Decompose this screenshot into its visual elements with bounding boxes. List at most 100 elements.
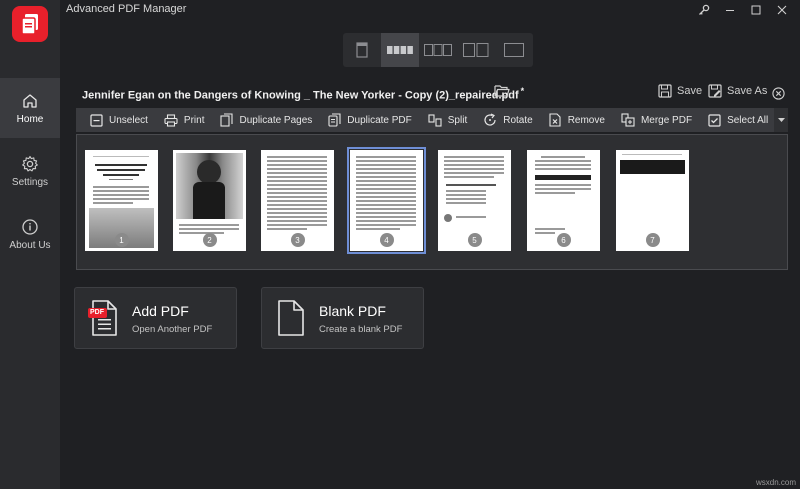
gear-icon (22, 155, 38, 171)
printer-icon (164, 113, 178, 127)
key-icon (699, 4, 710, 15)
minimize-icon (726, 10, 734, 11)
photo-figure-body (193, 182, 225, 219)
home-icon (23, 93, 37, 108)
page-thumbnail-6[interactable]: 6 (527, 150, 600, 251)
pdf-badge: PDF (90, 309, 104, 316)
sidebar-item-settings[interactable]: Settings (0, 141, 60, 201)
duplicate-pages-button[interactable]: Duplicate Pages (212, 108, 320, 132)
close-circle-icon (771, 86, 785, 100)
page-thumbnail-strip: 1 2 3 4 5 6 7 (76, 134, 788, 270)
toolbar-overflow-button[interactable] (774, 108, 788, 132)
minimize-button[interactable] (718, 0, 742, 20)
add-pdf-subtitle: Open Another PDF (132, 324, 213, 335)
save-as-label: Save As (727, 85, 768, 97)
author-avatar (444, 214, 452, 222)
sidebar-item-home[interactable]: Home (0, 78, 60, 138)
add-pdf-icon: PDF (87, 299, 119, 342)
app-title: Advanced PDF Manager (66, 3, 187, 15)
unselect-button[interactable]: Unselect (76, 108, 156, 132)
merge-icon (621, 113, 635, 127)
add-pdf-card[interactable]: PDF Add PDF Open Another PDF (74, 287, 237, 349)
action-toolbar: Unselect Print Duplicate Pages Duplicate… (76, 108, 788, 132)
close-document-button[interactable] (766, 83, 790, 103)
rotate-button[interactable]: Rotate (475, 108, 540, 132)
split-icon (428, 113, 442, 127)
view-mode-strip[interactable] (381, 33, 419, 67)
pdf-logo-icon (21, 14, 38, 35)
modified-marker: * (520, 86, 525, 96)
page-thumbnail-1[interactable]: 1 (85, 150, 158, 251)
sidebar-item-label: Home (16, 113, 44, 125)
strip-view-icon (387, 46, 413, 54)
sidebar-item-label: About Us (9, 239, 51, 251)
key-button[interactable] (692, 0, 716, 20)
page-number-badge: 1 (114, 233, 129, 247)
watermark: wsxdn.com (755, 478, 796, 487)
save-button[interactable]: Save (658, 84, 702, 98)
page-number-badge: 6 (556, 233, 571, 247)
print-label: Print (183, 114, 205, 126)
close-icon (777, 5, 787, 15)
view-mode-wide[interactable] (495, 33, 533, 67)
save-as-icon (708, 84, 722, 98)
page-thumbnail-2[interactable]: 2 (173, 150, 246, 251)
page-number-badge: 4 (379, 233, 394, 247)
close-button[interactable] (770, 0, 794, 20)
print-button[interactable]: Print (156, 108, 213, 132)
save-icon (658, 84, 672, 98)
photo-figure-head (197, 160, 221, 184)
duplicate-pdf-label: Duplicate PDF (347, 114, 412, 126)
remove-button[interactable]: Remove (541, 108, 613, 132)
unselect-icon (90, 113, 103, 127)
merge-pdf-button[interactable]: Merge PDF (613, 108, 700, 132)
duplicate-pages-label: Duplicate Pages (239, 114, 313, 126)
page-number-badge: 7 (645, 233, 660, 247)
merge-pdf-label: Merge PDF (640, 114, 693, 126)
view-mode-two-column[interactable] (457, 33, 495, 67)
sidebar-item-label: Settings (11, 176, 49, 188)
split-label: Split (447, 114, 468, 126)
duplicate-pages-icon (220, 113, 234, 127)
view-mode-three-column[interactable] (419, 33, 457, 67)
view-mode-single[interactable] (343, 33, 381, 67)
rotate-label: Rotate (503, 114, 533, 126)
page-thumbnail-4[interactable]: 4 (347, 147, 426, 254)
blank-pdf-card[interactable]: Blank PDF Create a blank PDF (261, 287, 424, 349)
remove-label: Remove (567, 114, 605, 126)
maximize-icon (751, 5, 761, 15)
view-mode-selector (343, 33, 533, 67)
unselect-label: Unselect (109, 114, 148, 126)
blank-pdf-title: Blank PDF (319, 303, 386, 319)
info-icon (22, 218, 38, 235)
save-as-button[interactable]: Save As (708, 84, 767, 98)
rotate-icon (484, 113, 496, 126)
select-all-label: Select All (727, 114, 769, 126)
blank-pdf-subtitle: Create a blank PDF (319, 324, 403, 335)
duplicate-pdf-button[interactable]: Duplicate PDF (320, 108, 419, 132)
document-name-text: Jennifer Egan on the Dangers of Knowing … (82, 89, 519, 102)
sidebar: Home Settings About Us (0, 0, 60, 489)
page-thumbnail-7[interactable]: 7 (616, 150, 689, 251)
split-button[interactable]: Split (420, 108, 475, 132)
open-folder-button[interactable] (494, 84, 510, 103)
three-column-view-icon (424, 44, 452, 56)
checkbox-checked-icon (708, 113, 721, 127)
duplicate-pdf-icon (328, 113, 341, 127)
dark-banner (620, 160, 685, 174)
select-all-button[interactable]: Select All (700, 108, 776, 132)
page-number-badge: 3 (290, 233, 305, 247)
add-pdf-title: Add PDF (132, 303, 189, 319)
folder-open-icon (494, 85, 510, 97)
sidebar-item-about-us[interactable]: About Us (0, 204, 60, 264)
single-page-view-icon (356, 42, 368, 58)
app-logo (12, 6, 48, 42)
blank-page-icon (276, 299, 306, 342)
page-number-badge: 2 (202, 233, 217, 247)
page-thumbnail-5[interactable]: 5 (438, 150, 511, 251)
maximize-button[interactable] (744, 0, 768, 20)
two-column-view-icon (463, 43, 489, 57)
dark-banner (535, 175, 591, 180)
document-name: Jennifer Egan on the Dangers of Knowing … (82, 86, 524, 102)
page-thumbnail-3[interactable]: 3 (261, 150, 334, 251)
